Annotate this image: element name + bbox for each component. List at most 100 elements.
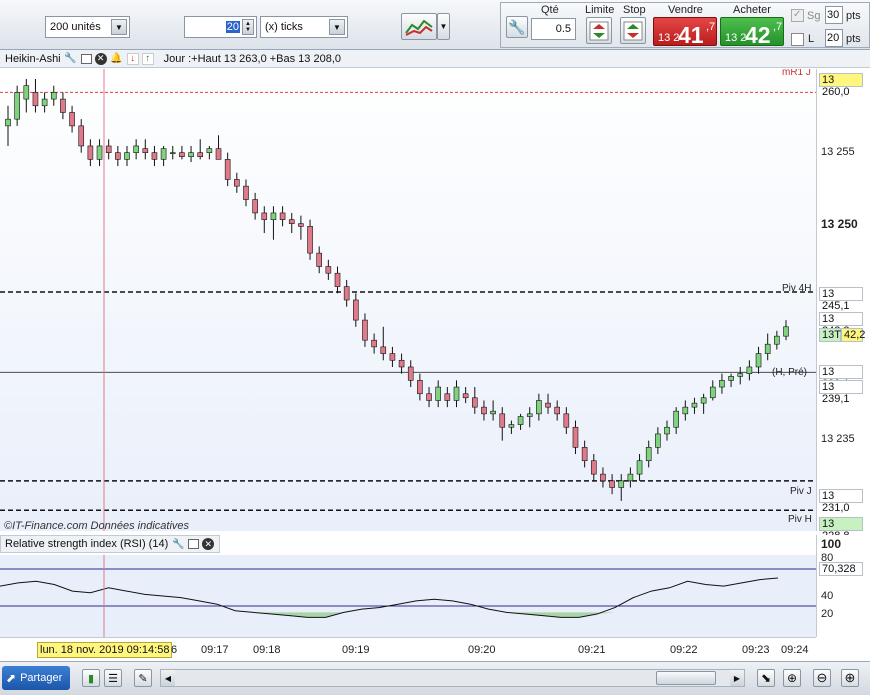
- candle-body: [709, 386, 716, 399]
- candle-body: [279, 212, 286, 220]
- candle-body: [115, 152, 121, 160]
- time-tick: 09:24: [781, 644, 809, 656]
- candle-body: [325, 266, 332, 274]
- zoom-fit-icon: ⊕: [786, 671, 798, 685]
- candle-body: [96, 145, 103, 160]
- settings-button[interactable]: 🔧: [506, 16, 528, 38]
- l-checkbox[interactable]: [791, 33, 804, 46]
- candle-body: [169, 152, 176, 154]
- list-button[interactable]: ☰: [104, 669, 122, 687]
- candle-body: [554, 406, 560, 415]
- limit-order-button[interactable]: [586, 17, 612, 44]
- mr1-label: mR1 J: [782, 69, 811, 78]
- zoom-fit-button[interactable]: ⊕: [783, 669, 801, 687]
- price-axis[interactable]: 13 260,0 13 255 13 250 13 245,1 13 242,3…: [816, 69, 870, 542]
- close-icon[interactable]: ✕: [94, 52, 107, 65]
- candle-body: [737, 373, 744, 377]
- scrollbar-thumb[interactable]: [656, 671, 716, 685]
- candle-body: [307, 226, 313, 254]
- quantity-select[interactable]: 200 unités ▼: [45, 16, 130, 38]
- sg-pts-input[interactable]: 30: [825, 6, 843, 24]
- candle-body: [124, 152, 130, 160]
- rsi-value-box: 70,328: [819, 562, 863, 576]
- candle-body: [664, 426, 670, 435]
- stop-order-button[interactable]: [620, 17, 646, 44]
- candle-body: [453, 386, 460, 401]
- rsi-chart[interactable]: [0, 555, 816, 637]
- hpre-label: (H, Pré): [772, 367, 807, 378]
- time-tick: 09:19: [342, 644, 370, 656]
- line-chart-icon: [405, 19, 433, 36]
- pivh-label: Piv H: [788, 514, 812, 525]
- ticks-input-value: 20: [225, 21, 240, 33]
- candle-body: [288, 219, 295, 224]
- rsi-oversold-fill: [0, 612, 778, 618]
- zoom-in-icon: ⊕: [844, 670, 856, 685]
- candle-body: [215, 148, 222, 160]
- candle-body: [252, 199, 258, 214]
- window-icon[interactable]: [188, 539, 200, 549]
- close-icon[interactable]: ✕: [202, 538, 215, 550]
- time-tick: 09:20: [468, 644, 496, 656]
- candle-body: [5, 118, 11, 127]
- share-label: Partager: [20, 672, 63, 684]
- scroll-left-arrow[interactable]: ◀: [161, 670, 175, 686]
- bell-icon[interactable]: 🔔: [110, 52, 124, 66]
- price-box-pivj: 13 231,0: [819, 489, 863, 514]
- candle-body: [380, 346, 387, 354]
- rsi-title: Relative strength index (RSI) (14): [5, 538, 169, 550]
- rsi-tick: 100: [821, 537, 842, 551]
- scroll-right-arrow[interactable]: ▶: [730, 670, 744, 686]
- candle-body: [728, 376, 734, 381]
- zoom-out-button[interactable]: ⊖: [813, 669, 831, 687]
- ticks-unit-select[interactable]: (x) ticks ▼: [260, 16, 348, 38]
- candle-body: [41, 98, 48, 107]
- candle-body: [87, 145, 94, 160]
- horizontal-scrollbar[interactable]: ◀ ▶: [160, 669, 745, 687]
- candle-body: [645, 447, 652, 462]
- wrench-icon[interactable]: 🔧: [64, 52, 78, 66]
- candlestick-chart[interactable]: mR1 J Piv 4H (H, Pré) Piv J Piv H ©IT-Fi…: [0, 69, 816, 531]
- candle-body: [462, 393, 469, 399]
- candle-body: [105, 145, 112, 153]
- draw-button[interactable]: ✎: [134, 669, 152, 687]
- candle-body: [316, 252, 323, 267]
- rsi-tick: 40: [821, 590, 834, 602]
- time-axis[interactable]: lun. 18 nov. 2019 09:14:58 6 09:17 09:18…: [0, 637, 816, 661]
- stop-label: Stop: [623, 4, 646, 16]
- price-box-hpre: 13 239,1: [819, 365, 863, 390]
- spinner-icon[interactable]: ▲ ▼: [242, 19, 254, 35]
- zoom-in-button[interactable]: ⊕: [841, 669, 859, 687]
- chart-type-dropdown[interactable]: ▼: [437, 13, 450, 40]
- window-icon[interactable]: [80, 53, 92, 64]
- qty-input[interactable]: 0.5: [531, 18, 576, 40]
- candle-body: [673, 410, 679, 428]
- buy-label: Acheter: [733, 4, 771, 16]
- arrow-up-icon[interactable]: ↑: [141, 52, 154, 65]
- candle-body: [719, 380, 725, 388]
- candle-body: [755, 353, 762, 368]
- chart-type-button[interactable]: [401, 13, 437, 40]
- sg-checkbox[interactable]: ✓: [791, 9, 804, 22]
- candle-body: [508, 424, 515, 428]
- candle-body: [783, 326, 789, 337]
- wrench-icon[interactable]: 🔧: [171, 537, 185, 551]
- indicator-button[interactable]: ▮: [82, 669, 100, 687]
- limit-label: Limite: [585, 4, 615, 16]
- candle-body: [151, 152, 158, 160]
- sell-button[interactable]: 13 2 41 ,7: [653, 17, 717, 48]
- candle-body: [609, 480, 615, 488]
- arrow-down-icon[interactable]: ↓: [126, 52, 139, 65]
- share-button[interactable]: ⬈ Partager: [2, 666, 70, 690]
- buy-button[interactable]: 13 2 42 ,7: [720, 17, 784, 48]
- watermark: ©IT-Finance.com Données indicatives: [4, 520, 190, 531]
- autoscale-button[interactable]: ⬊: [757, 669, 775, 687]
- candle-body: [627, 473, 634, 482]
- top-toolbar: 200 unités ▼ 20 ▲ ▼ (x) ticks ▼ ▼ 🔧 Qté 0…: [0, 0, 870, 50]
- arrow-icon: ⬊: [760, 671, 772, 685]
- rsi-axis: 100 80 70,328 40 20: [816, 535, 870, 637]
- ticks-input[interactable]: 20 ▲ ▼: [184, 16, 257, 38]
- l-pts-input[interactable]: 20: [825, 29, 843, 47]
- candle-body: [298, 223, 304, 227]
- candle-body: [371, 339, 377, 348]
